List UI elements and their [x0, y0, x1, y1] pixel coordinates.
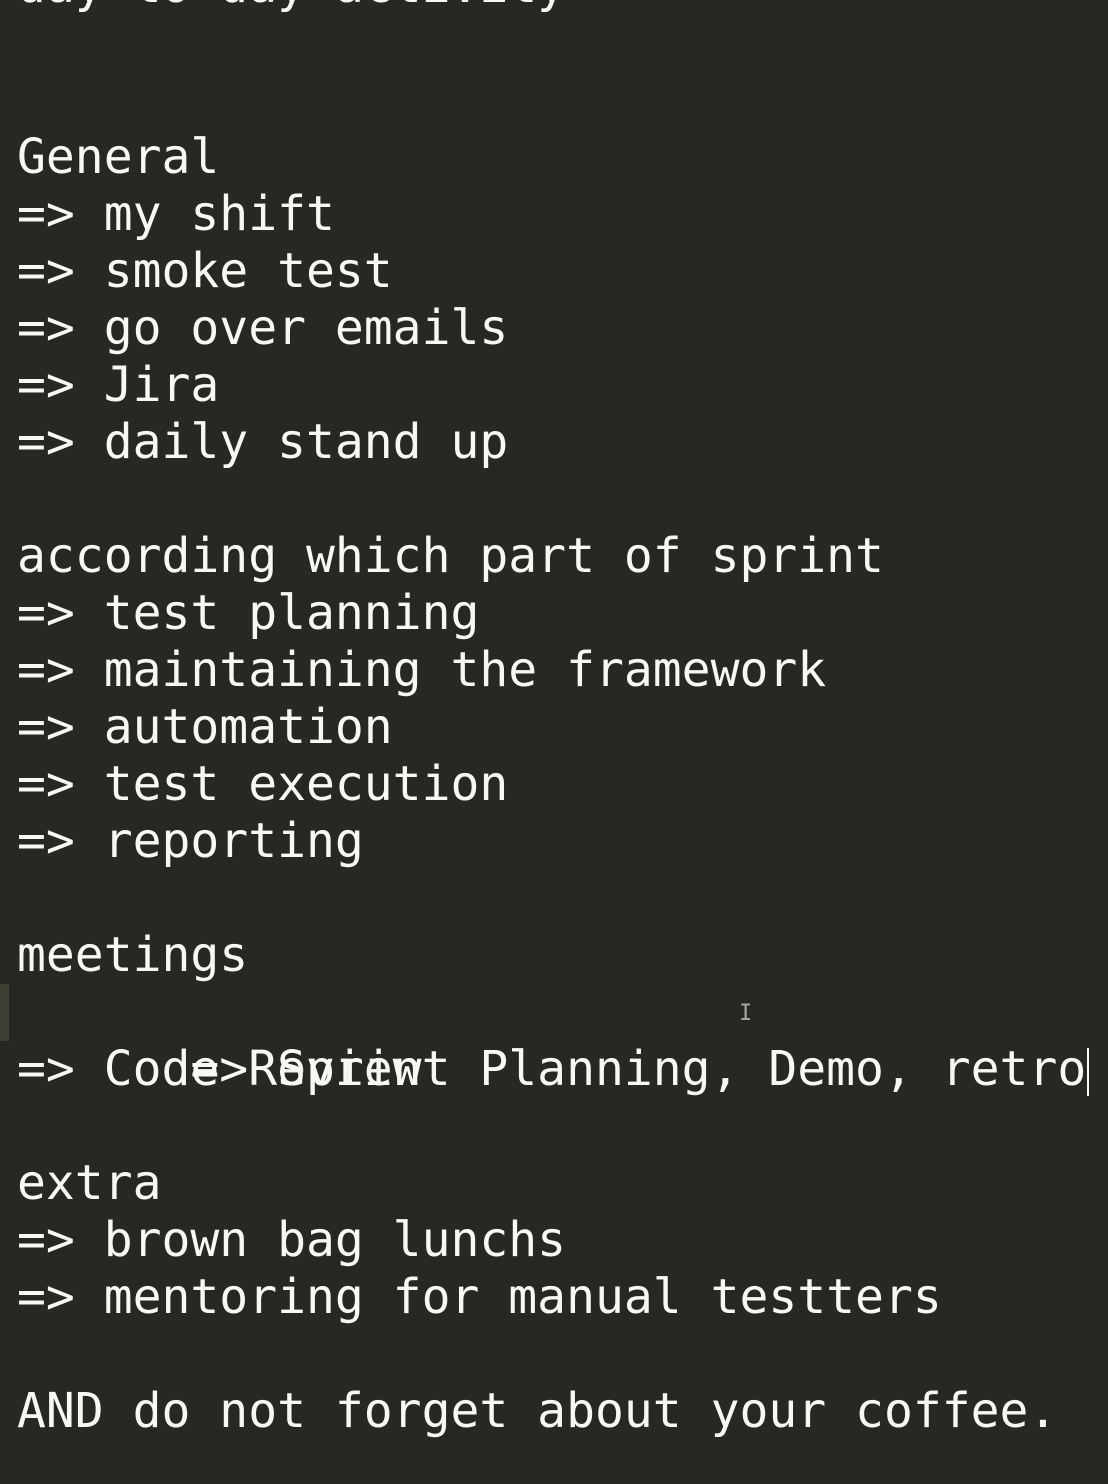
editor-line-15: => test execution [17, 756, 509, 812]
editor-text-area[interactable]: day to day activity General => my shift … [0, 0, 1108, 1440]
editor-line-6: => smoke test [17, 243, 393, 299]
editor-line-4: General [17, 129, 220, 185]
editor-line-3 [17, 72, 1108, 129]
editor-line-9: => daily stand up [17, 414, 509, 470]
editor-line-20: => Code Review [17, 1041, 422, 1097]
editor-line-23: => brown bag lunchs [17, 1212, 567, 1268]
editor-line-7: => go over emails [17, 300, 509, 356]
editor-line-10 [17, 471, 1108, 528]
editor-line-21 [17, 1098, 1108, 1155]
editor-line-22: extra [17, 1155, 162, 1211]
editor-line-13: => maintaining the framework [17, 642, 827, 698]
editor-line-12: => test planning [17, 585, 480, 641]
editor-line-8: => Jira [17, 357, 220, 413]
editor-line-16: => reporting [17, 813, 364, 869]
editor-line-14: => automation [17, 699, 393, 755]
editor-line-5: => my shift [17, 186, 335, 242]
editor-line-17 [17, 870, 1108, 927]
editor-line-11: according which part of sprint [17, 528, 884, 584]
ibeam-cursor-icon: I [739, 1001, 753, 1026]
editor-line-19-current: => Sprint Planning, Demo, retro I [0, 984, 1108, 1097]
editor-line-25 [17, 1326, 1108, 1383]
text-editor[interactable]: day to day activity General => my shift … [0, 0, 1108, 1484]
editor-line-18: meetings [17, 927, 249, 983]
editor-line-24: => mentoring for manual testters [17, 1269, 942, 1325]
editor-line-26: AND do not forget about your coffee. [17, 1383, 1058, 1439]
editor-line-2 [17, 15, 1108, 72]
editor-line-1: day to day activity [17, 0, 1108, 15]
